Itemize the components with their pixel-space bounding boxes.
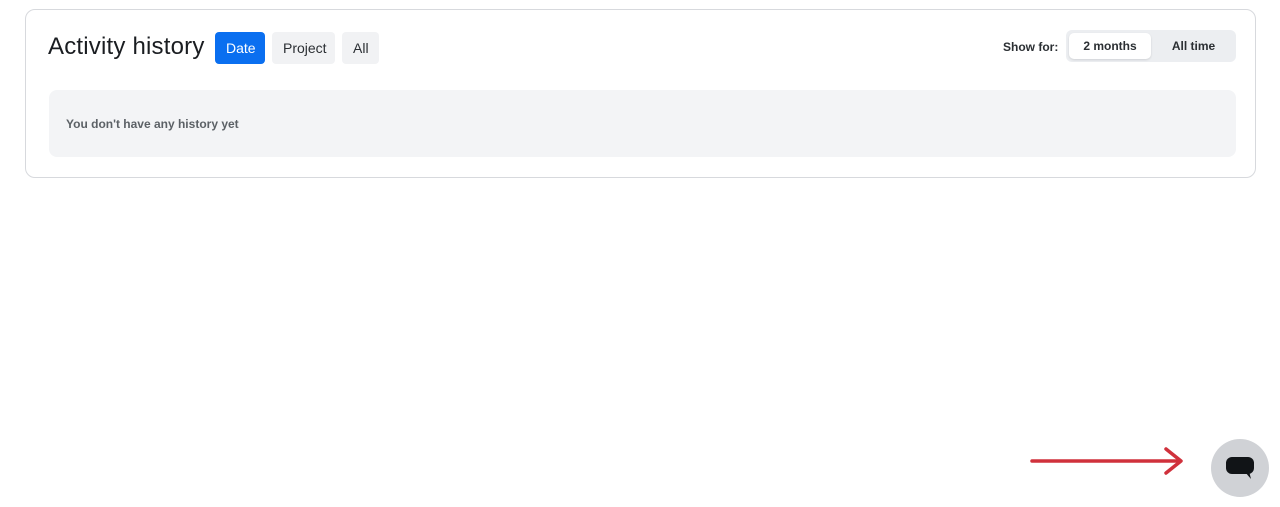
show-for-label: Show for: bbox=[1003, 40, 1059, 54]
page-title: Activity history bbox=[48, 33, 205, 60]
filter-project-button[interactable]: Project bbox=[272, 32, 335, 64]
chat-button[interactable] bbox=[1211, 439, 1269, 497]
empty-state-panel: You don't have any history yet bbox=[49, 90, 1236, 157]
range-all-time-button[interactable]: All time bbox=[1154, 33, 1233, 59]
chat-icon bbox=[1226, 457, 1254, 479]
range-2-months-button[interactable]: 2 months bbox=[1069, 33, 1151, 59]
time-range-toggle: 2 months All time bbox=[1066, 30, 1236, 62]
filter-all-button[interactable]: All bbox=[342, 32, 379, 64]
filter-date-button[interactable]: Date bbox=[215, 32, 265, 64]
arrow-right-icon bbox=[1030, 447, 1183, 475]
empty-state-message: You don't have any history yet bbox=[66, 117, 239, 131]
activity-history-card: Activity history Date Project All Show f… bbox=[25, 9, 1256, 178]
